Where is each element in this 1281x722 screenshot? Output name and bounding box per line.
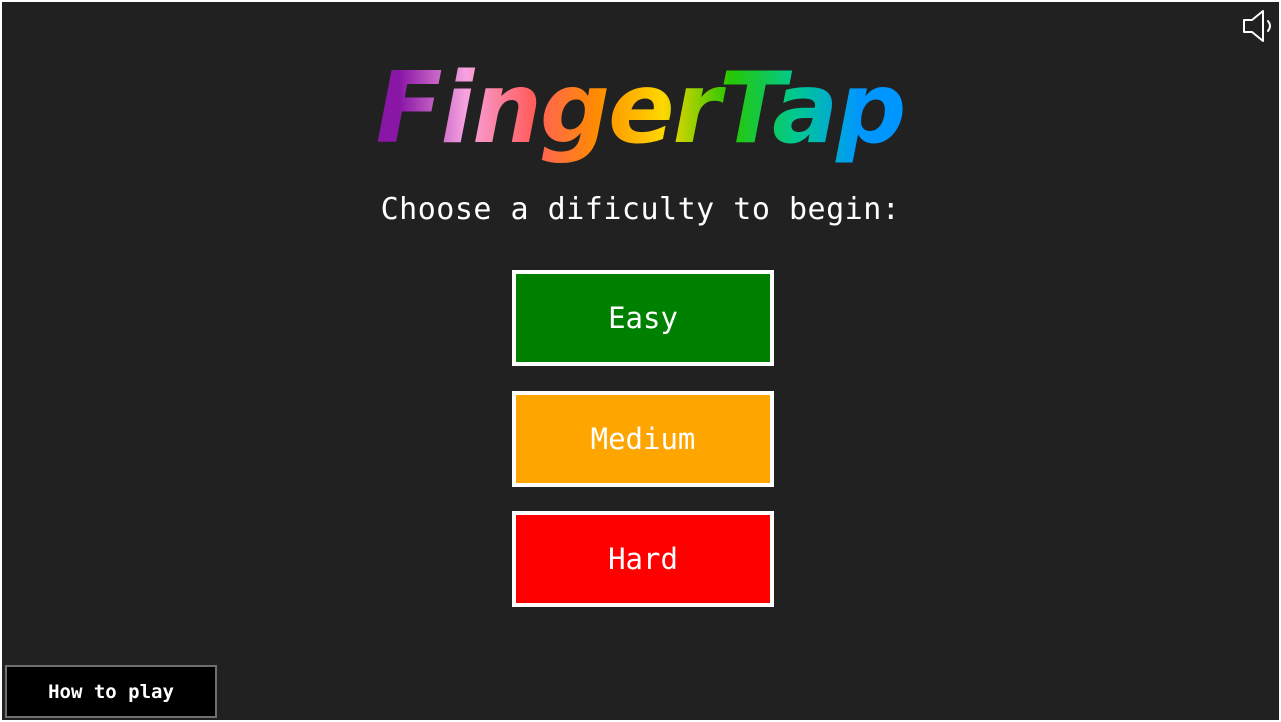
fingertap-logo: FingerTap [376, 52, 907, 166]
logo-text: FingerTap [376, 52, 905, 166]
subtitle-text: Choose a dificulty to begin: [380, 192, 901, 227]
speaker-icon [1243, 10, 1271, 42]
game-screen: FingerTap Choose a dificulty to begin: E… [2, 2, 1279, 720]
medium-button[interactable]: Medium [512, 391, 774, 487]
easy-button-label: Easy [608, 301, 678, 335]
how-to-play-label: How to play [48, 680, 174, 703]
sound-toggle-button[interactable] [1241, 8, 1277, 44]
hard-button[interactable]: Hard [512, 511, 774, 607]
easy-button[interactable]: Easy [512, 270, 774, 366]
how-to-play-button[interactable]: How to play [5, 665, 217, 718]
medium-button-label: Medium [590, 422, 696, 456]
hard-button-label: Hard [608, 542, 678, 576]
